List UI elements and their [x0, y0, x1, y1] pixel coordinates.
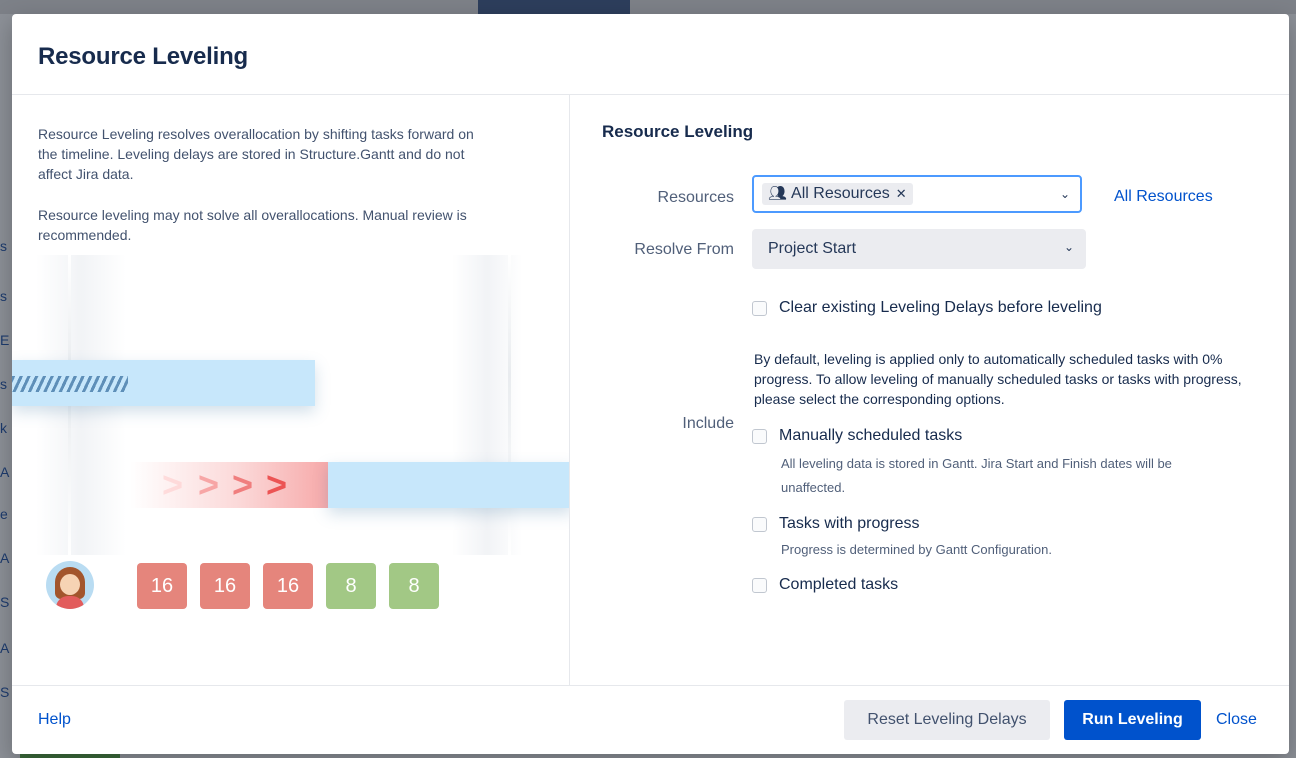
- load-value-box: 8: [326, 563, 376, 609]
- resources-select[interactable]: 👥︎ All Resources ✕ ⌄: [752, 175, 1082, 213]
- resource-leveling-dialog: Resource Leveling Resource Leveling reso…: [12, 14, 1289, 754]
- tasks-with-progress-label: Tasks with progress: [779, 515, 920, 532]
- close-link[interactable]: Close: [1216, 711, 1257, 729]
- resource-tag-label: All Resources: [791, 185, 890, 202]
- manual-tasks-option[interactable]: Manually scheduled tasks: [752, 427, 962, 445]
- reset-leveling-delays-button[interactable]: Reset Leveling Delays: [844, 700, 1050, 740]
- help-link[interactable]: Help: [38, 711, 71, 729]
- chevron-down-icon[interactable]: ⌄: [1060, 187, 1070, 201]
- all-resources-link[interactable]: All Resources: [1114, 188, 1213, 206]
- resources-label: Resources: [657, 189, 734, 206]
- chevron-right-icon: >: [198, 464, 220, 505]
- load-value-box: 8: [389, 563, 439, 609]
- background-topbar: [0, 0, 1296, 14]
- background-active-tab: [478, 0, 630, 14]
- resolve-from-label: Resolve From: [634, 241, 734, 258]
- dialog-title: Resource Leveling: [38, 43, 249, 70]
- explanation-panel: Resource Leveling resolves overallocatio…: [12, 95, 570, 685]
- completed-tasks-option[interactable]: Completed tasks: [752, 576, 898, 594]
- description-text: Resource Leveling resolves overallocatio…: [38, 126, 474, 182]
- timeline-gridline: [508, 255, 511, 555]
- remove-tag-icon[interactable]: ✕: [896, 186, 907, 201]
- tasks-with-progress-help: Progress is determined by Gantt Configur…: [781, 542, 1052, 557]
- clear-delays-option[interactable]: Clear existing Leveling Delays before le…: [752, 299, 1102, 317]
- clear-delays-checkbox[interactable]: [752, 300, 767, 316]
- manual-tasks-checkbox[interactable]: [752, 428, 767, 444]
- resolve-from-value: Project Start: [768, 240, 857, 257]
- progress-hatch: [12, 376, 128, 392]
- section-title: Resource Leveling: [602, 122, 754, 141]
- timeline-shade: [452, 255, 522, 555]
- resolve-from-select[interactable]: Project Start ⌄: [752, 229, 1086, 269]
- tasks-with-progress-option[interactable]: Tasks with progress: [752, 515, 920, 533]
- chevron-right-icon: >: [232, 464, 254, 505]
- people-icon: 👥︎: [768, 185, 788, 202]
- avatar: [46, 561, 94, 609]
- dialog-footer: Help Reset Leveling Delays Run Leveling …: [12, 685, 1289, 754]
- resource-tag[interactable]: 👥︎ All Resources ✕: [762, 183, 913, 205]
- run-leveling-button[interactable]: Run Leveling: [1064, 700, 1201, 740]
- chevron-down-icon: ⌄: [1063, 240, 1074, 254]
- completed-tasks-label: Completed tasks: [779, 576, 899, 593]
- chevron-right-icon: >: [266, 464, 288, 505]
- tasks-with-progress-checkbox[interactable]: [752, 516, 767, 532]
- manual-tasks-label: Manually scheduled tasks: [779, 427, 963, 444]
- dialog-header: Resource Leveling: [12, 14, 1289, 95]
- settings-panel: Resource Leveling Resources 👥︎ All Resour…: [570, 95, 1289, 685]
- completed-tasks-checkbox[interactable]: [752, 577, 767, 593]
- load-value-box: 16: [200, 563, 250, 609]
- task-bar-shifted: [328, 462, 569, 508]
- manual-tasks-help: All leveling data is stored in Gantt. Ji…: [781, 456, 1172, 495]
- leveling-info-text: By default, leveling is applied only to …: [754, 351, 1242, 407]
- task-bar-in-progress: [12, 360, 315, 406]
- load-value-box: 16: [263, 563, 313, 609]
- include-label: Include: [682, 415, 734, 432]
- load-value-box: 16: [137, 563, 187, 609]
- description-note: Resource leveling may not solve all over…: [38, 207, 467, 243]
- clear-delays-label: Clear existing Leveling Delays before le…: [779, 299, 1102, 316]
- leveling-illustration: > > > > 16 16 16 8 8: [12, 255, 569, 685]
- shift-arrow-trail: [130, 462, 328, 508]
- chevron-right-icon: >: [162, 464, 184, 505]
